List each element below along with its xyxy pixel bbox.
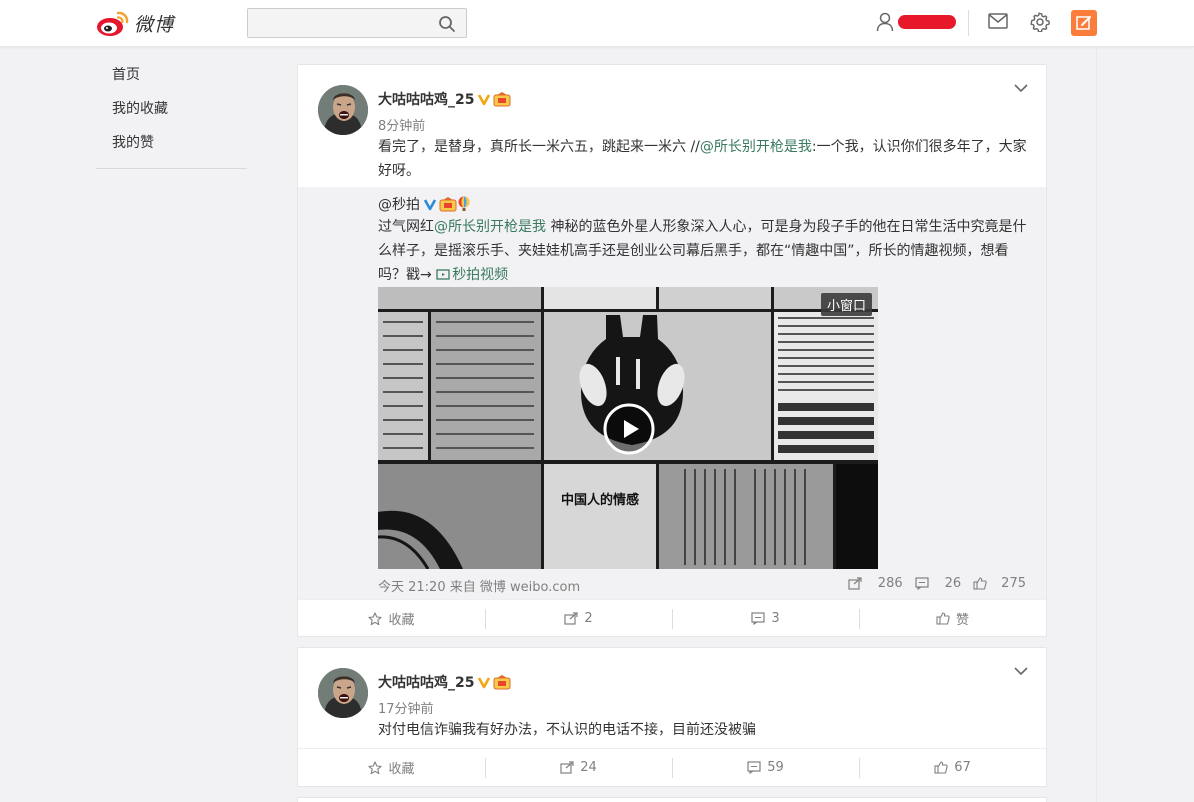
favorite-button[interactable]: 收藏 [298,749,485,786]
video-caption: 中国人的情感 [561,493,640,508]
repost-text-part: 过气网红 [378,219,434,235]
comment-icon [915,577,929,590]
author-row: 大咕咕咕鸡_25 [378,89,511,109]
video-link[interactable]: 秒拍视频 [436,267,508,283]
repost-button[interactable]: 24 [485,749,672,786]
vip-badge-icon [493,91,511,106]
video-link-label: 秒拍视频 [452,267,509,283]
like-label: 赞 [955,613,969,628]
chevron-down-icon[interactable] [1014,666,1028,676]
mention-link[interactable]: @所长别开枪是我 [700,139,812,155]
repost-source[interactable]: 今天 21:20 来自 微博 weibo.com [378,576,580,595]
share-icon [564,612,578,625]
post-text-part: 看完了，是替身，真所长一米六五，跳起来一米六 // [378,139,700,155]
right-rail-border [1096,47,1097,802]
post-time[interactable]: 8分钟前 [378,115,425,134]
avatar-image [318,85,368,135]
mail-icon[interactable] [988,13,1008,29]
mention-link[interactable]: @所长别开枪是我 [434,219,546,235]
user-menu[interactable] [876,12,956,32]
comment-count: 26 [944,576,962,591]
feed-post: 大咕咕咕鸡_25 8分钟前 看完了，是替身，真所长一米六五，跳起来一米六 //@… [297,64,1047,637]
favorite-label: 收藏 [388,613,415,628]
repost-share-count[interactable]: 286 [848,576,903,591]
repost-author[interactable]: @秒拍 [378,194,420,214]
thumbs-up-icon [973,577,987,590]
next-post-edge [297,797,1047,802]
post-actions: 收藏 2 3 赞 [298,599,1046,637]
share-icon [560,761,574,774]
play-icon[interactable] [603,403,655,455]
comment-button[interactable]: 3 [672,600,859,637]
comment-icon [747,761,761,774]
repost-stats: 286 26 275 [836,576,1026,591]
search-input[interactable] [248,9,428,37]
author-name[interactable]: 大咕咕咕鸡_25 [378,89,474,109]
video-player[interactable]: 中国人的情感 小窗口 [378,287,878,569]
chevron-down-icon[interactable] [1014,83,1028,93]
repost-text: 过气网红@所长别开枪是我 神秘的蓝色外星人形象深入人心，可是身为段子手的他在日常… [378,215,1028,287]
thumbs-up-icon [934,761,948,774]
avatar[interactable] [318,668,368,718]
top-navigation-bar: 微博 [0,0,1194,47]
mini-window-button[interactable]: 小窗口 [820,293,872,316]
repost-like-count[interactable]: 275 [973,576,1026,591]
like-button[interactable]: 67 [859,749,1046,786]
share-count: 286 [877,576,903,591]
reposted-content: @秒拍 过气网红@所长别开枪是我 神秘的蓝色外星人形象深入人心，可是身为段子手的… [298,187,1046,599]
comment-icon [751,612,765,625]
author-name[interactable]: 大咕咕咕鸡_25 [378,672,474,692]
author-row: 大咕咕咕鸡_25 [378,672,511,692]
like-count: 275 [1001,576,1026,591]
avatar[interactable] [318,85,368,135]
post-actions: 收藏 24 59 67 [298,748,1046,786]
like-button[interactable]: 赞 [859,600,1046,637]
feed-post: 大咕咕咕鸡_25 17分钟前 对付电信诈骗我有好办法，不认识的电话不接，目前还没… [297,647,1047,787]
compose-icon [1076,16,1091,30]
sidebar-item-favorites[interactable]: 我的收藏 [96,92,247,126]
logo-text: 微博 [134,13,175,36]
sidebar-item-likes[interactable]: 我的赞 [96,126,247,160]
vip-badge-icon [493,674,511,689]
sidebar-item-home[interactable]: 首页 [96,58,247,92]
repost-count: 2 [584,611,593,626]
divider [968,10,969,36]
compose-button[interactable] [1071,10,1097,36]
vip-badge-icon [439,196,457,211]
weibo-logo[interactable]: 微博 [96,8,174,38]
thumbs-up-icon [936,612,950,625]
post-text: 看完了，是替身，真所长一米六五，跳起来一米六 //@所长别开枪是我:一个我，认识… [378,135,1028,183]
repost-button[interactable]: 2 [485,600,672,637]
like-count: 67 [954,760,971,775]
repost-comment-count[interactable]: 26 [915,576,962,591]
repost-count: 24 [580,760,597,775]
favorite-button[interactable]: 收藏 [298,600,485,637]
favorite-label: 收藏 [388,762,415,777]
star-icon [368,760,383,774]
left-sidebar: 首页 我的收藏 我的赞 [96,58,247,169]
search-icon[interactable] [438,15,456,33]
video-link-icon [436,269,450,280]
comment-count: 59 [767,760,784,775]
verified-blue-icon [423,199,437,211]
weibo-logo-icon [97,11,129,36]
share-icon [848,577,862,590]
repost-author-row: @秒拍 [378,194,471,214]
gear-icon[interactable] [1030,12,1050,32]
star-icon [368,611,383,625]
verified-icon [478,677,491,689]
sidebar-divider [96,168,247,169]
avatar-image [318,668,368,718]
post-time[interactable]: 17分钟前 [378,698,434,717]
search-box[interactable] [247,8,467,38]
balloon-badge-icon [458,196,470,211]
post-text: 对付电信诈骗我有好办法，不认识的电话不接，目前还没被骗 [378,722,756,738]
user-icon [876,12,894,32]
verified-icon [478,94,491,106]
comment-count: 3 [771,611,780,626]
username-redaction [898,15,956,29]
comment-button[interactable]: 59 [672,749,859,786]
